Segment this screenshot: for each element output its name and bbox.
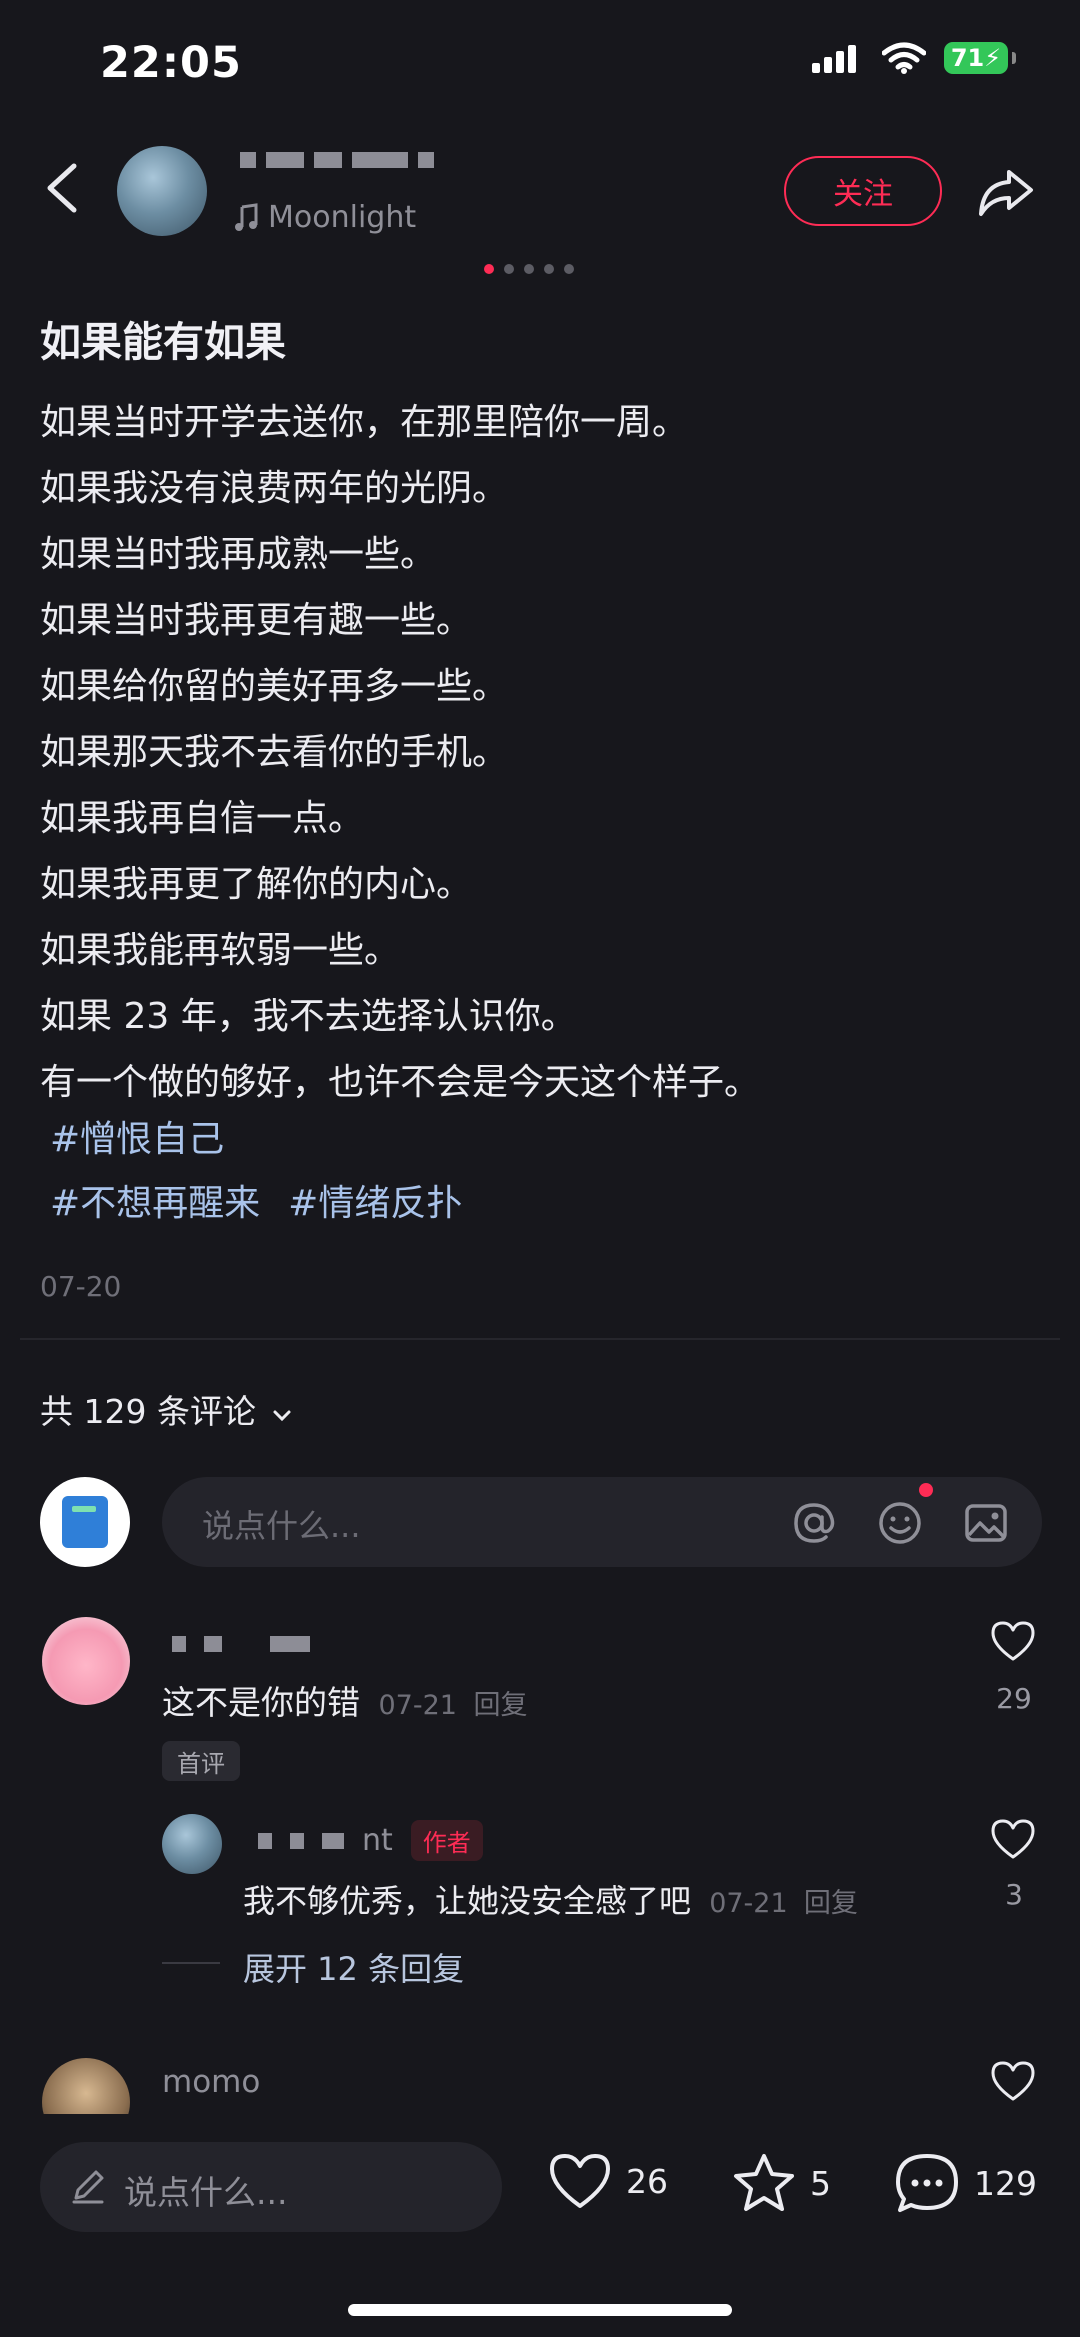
signal-icon [812, 45, 856, 73]
hashtag-link[interactable]: #不想再醒来 [50, 1183, 260, 1224]
comment-button[interactable]: 129 [894, 2152, 1037, 2214]
like-count: 3 [1005, 1878, 1023, 1911]
chevron-down-icon [273, 1410, 291, 1422]
heart-icon[interactable] [990, 2060, 1036, 2102]
commenter-name: momo [162, 2064, 261, 2100]
image-page-indicator [484, 264, 574, 274]
post-line: 如果当时我再成熟一些。 [40, 534, 437, 575]
reply-author-name-suffix: nt [362, 1823, 393, 1858]
author-reply-avatar[interactable] [162, 1814, 222, 1874]
music-note-icon [235, 202, 258, 231]
book-icon [62, 1496, 108, 1548]
reply-author-name: nt 作者 [258, 1820, 483, 1861]
expand-replies-button[interactable]: 展开 12 条回复 [243, 1944, 464, 1990]
author-avatar[interactable] [117, 146, 207, 236]
bottom-input-placeholder: 说点什么... [124, 2173, 288, 2212]
like-count: 29 [996, 1682, 1032, 1715]
battery-level: 71 [950, 44, 985, 72]
comment-input-placeholder: 说点什么... [202, 1507, 361, 1545]
comment-count-label: 共 129 条评论 [40, 1392, 256, 1431]
hashtag-link[interactable]: #情绪反扑 [288, 1183, 462, 1224]
comments-header[interactable]: 共 129 条评论 [40, 1385, 292, 1433]
notification-dot [919, 1483, 933, 1497]
reply-body: 我不够优秀，让她没安全感了吧 [243, 1882, 692, 1920]
page-dot [564, 264, 574, 274]
home-indicator[interactable] [348, 2304, 732, 2316]
divider [20, 1338, 1060, 1340]
comment-date: 07-21 [378, 1690, 457, 1721]
hashtag-link[interactable]: #憎恨自己 [50, 1119, 224, 1160]
bottom-comment-input[interactable]: 说点什么... [40, 2142, 502, 2232]
author-name-masked [240, 152, 434, 168]
status-icons: 71 ⚡ [812, 42, 1016, 74]
first-comment-badge: 首评 [162, 1741, 240, 1781]
post-line: 如果 23 年，我不去选择认识你。 [40, 996, 577, 1037]
post-line: 如果当时开学去送你，在那里陪你一周。 [40, 402, 689, 443]
background-music[interactable]: Moonlight [234, 200, 416, 235]
post-line: 有一个做的够好，也许不会是今天这个样子。 [40, 1062, 761, 1103]
divider [162, 1962, 220, 1964]
back-arrow-icon[interactable] [40, 160, 84, 216]
at-mention-icon[interactable] [790, 1499, 838, 1547]
reply-date: 07-21 [709, 1888, 788, 1919]
battery-icon: 71 ⚡ [944, 42, 1016, 74]
song-title: Moonlight [268, 200, 417, 235]
reply-text[interactable]: 我不够优秀，让她没安全感了吧 07-21 回复 [243, 1876, 858, 1922]
comment-body: 这不是你的错 [162, 1683, 360, 1722]
post-line: 如果我能再软弱一些。 [40, 930, 401, 971]
reply-button[interactable]: 回复 [473, 1690, 527, 1721]
comment-input[interactable]: 说点什么... [162, 1477, 1042, 1567]
comment-total: 129 [974, 2163, 1037, 2203]
comment-bubble-icon [896, 2154, 958, 2212]
page-dot [524, 264, 534, 274]
pencil-icon [72, 2170, 104, 2204]
post-line: 如果当时我再更有趣一些。 [40, 600, 473, 641]
post-title: 如果能有如果 [40, 318, 286, 366]
like-total: 26 [626, 2161, 668, 2201]
post-tags: #憎恨自己 #不想再醒来 #情绪反扑 [50, 1108, 490, 1236]
emoji-icon[interactable] [876, 1499, 924, 1547]
comment-text[interactable]: 这不是你的错 07-21 回复 [162, 1676, 527, 1724]
post-line: 如果给你留的美好再多一些。 [40, 666, 509, 707]
heart-icon [550, 2154, 610, 2208]
post-line: 如果我再更了解你的内心。 [40, 864, 473, 905]
heart-icon[interactable] [990, 1818, 1036, 1860]
share-icon[interactable] [975, 160, 1037, 222]
reply-button[interactable]: 回复 [804, 1888, 858, 1919]
post-date: 07-20 [40, 1270, 122, 1303]
post-line: 如果我再自信一点。 [40, 798, 365, 839]
page-dot-active [484, 264, 494, 274]
star-icon [734, 2154, 794, 2211]
page-dot [544, 264, 554, 274]
commenter-avatar[interactable] [42, 1617, 130, 1705]
page-dot [504, 264, 514, 274]
wifi-icon [882, 42, 926, 74]
heart-icon[interactable] [990, 1620, 1036, 1662]
commenter-name-masked [172, 1636, 310, 1652]
image-icon[interactable] [962, 1499, 1010, 1547]
like-button[interactable]: 26 [548, 2152, 668, 2210]
favorite-total: 5 [810, 2163, 831, 2203]
post-line: 如果那天我不去看你的手机。 [40, 732, 509, 773]
post-line: 如果我没有浪费两年的光阴。 [40, 468, 509, 509]
status-time: 22:05 [100, 38, 242, 88]
author-badge: 作者 [410, 1820, 483, 1861]
favorite-button[interactable]: 5 [732, 2152, 831, 2214]
post-body: 如果当时开学去送你，在那里陪你一周。 如果我没有浪费两年的光阴。 如果当时我再成… [40, 390, 1040, 1116]
follow-button[interactable]: 关注 [784, 156, 942, 226]
my-avatar [40, 1477, 130, 1567]
